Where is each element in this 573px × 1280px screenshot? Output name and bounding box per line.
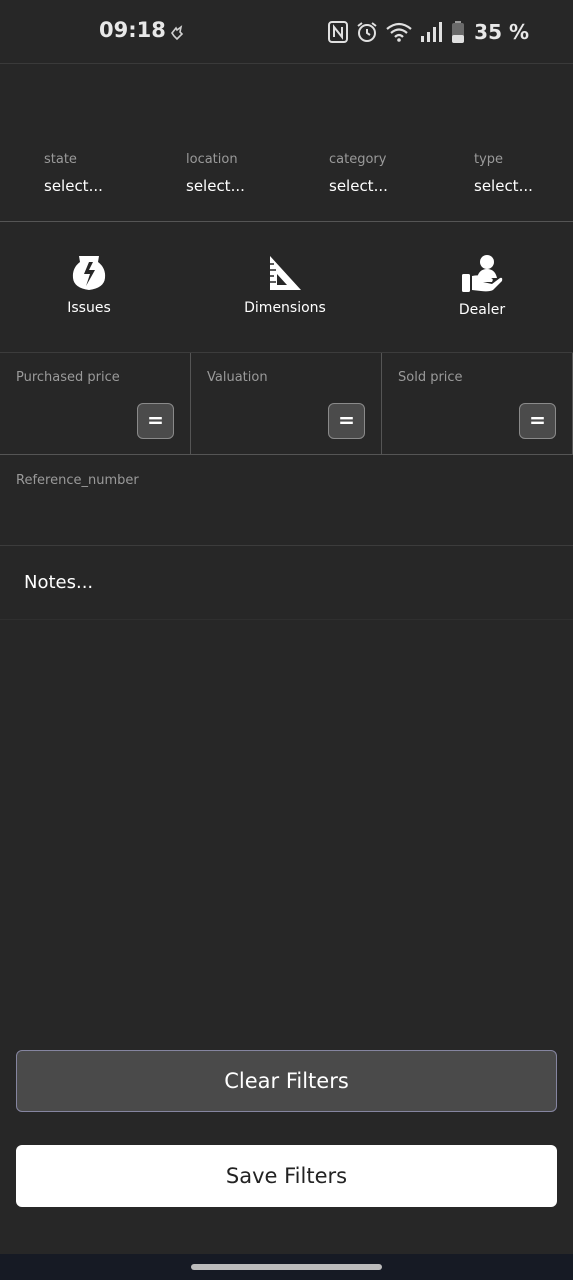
status-bar: 09:18 35 % [0,0,573,64]
dealer-hand-icon [462,255,503,292]
category-dropdown[interactable]: category select... [329,152,388,195]
valuation-field[interactable]: Valuation = [191,353,382,455]
valuation-label: Valuation [207,370,268,385]
home-gesture-handle[interactable] [191,1264,382,1270]
navigation-bar [0,1254,573,1280]
status-icons: 35 % [328,20,529,44]
battery-icon [452,21,465,43]
category-label: category [329,152,387,167]
purchased-price-label: Purchased price [16,370,120,385]
sold-price-field[interactable]: Sold price = [382,353,573,455]
location-label: location [186,152,238,167]
alarm-icon [357,22,377,42]
state-label: state [44,152,77,167]
notes-placeholder: Notes... [24,572,94,593]
category-value[interactable]: select... [329,177,388,195]
type-dropdown[interactable]: type select... [474,152,533,195]
ruler-triangle-icon [270,256,301,290]
wifi-icon [386,22,412,42]
reference-number-field[interactable]: Reference_number [0,455,573,546]
signal-icon [421,22,443,42]
issues-button[interactable]: Issues [29,254,149,316]
state-dropdown[interactable]: state select... [44,152,103,195]
location-dropdown[interactable]: location select... [186,152,245,195]
dimensions-button[interactable]: Dimensions [225,254,345,316]
icon-filter-row: Issues Dimensions Dealer [0,222,573,353]
price-filters: Purchased price = Valuation = Sold price… [0,353,573,455]
save-filters-button[interactable]: Save Filters [16,1145,557,1207]
battery-percent: 35 % [474,20,529,44]
dealer-label: Dealer [458,302,506,318]
valuation-operator-button[interactable]: = [328,403,365,439]
dealer-button[interactable]: Dealer [422,254,542,318]
type-label: type [474,152,504,167]
issues-label: Issues [67,300,111,316]
reference-number-label: Reference_number [16,473,139,488]
status-time: 09:18 [99,18,166,42]
vibrate-icon [171,25,184,41]
purchased-price-operator-button[interactable]: = [137,403,174,439]
dropdown-filters: state select... location select... categ… [0,64,573,222]
nfc-icon [328,21,349,43]
type-value[interactable]: select... [474,177,533,195]
sold-price-label: Sold price [398,370,463,385]
notes-field[interactable]: Notes... [0,546,573,620]
broken-vase-icon [72,256,106,290]
dimensions-label: Dimensions [244,300,326,316]
state-value[interactable]: select... [44,177,103,195]
clear-filters-button[interactable]: Clear Filters [16,1050,557,1112]
purchased-price-field[interactable]: Purchased price = [0,353,191,455]
sold-price-operator-button[interactable]: = [519,403,556,439]
location-value[interactable]: select... [186,177,245,195]
